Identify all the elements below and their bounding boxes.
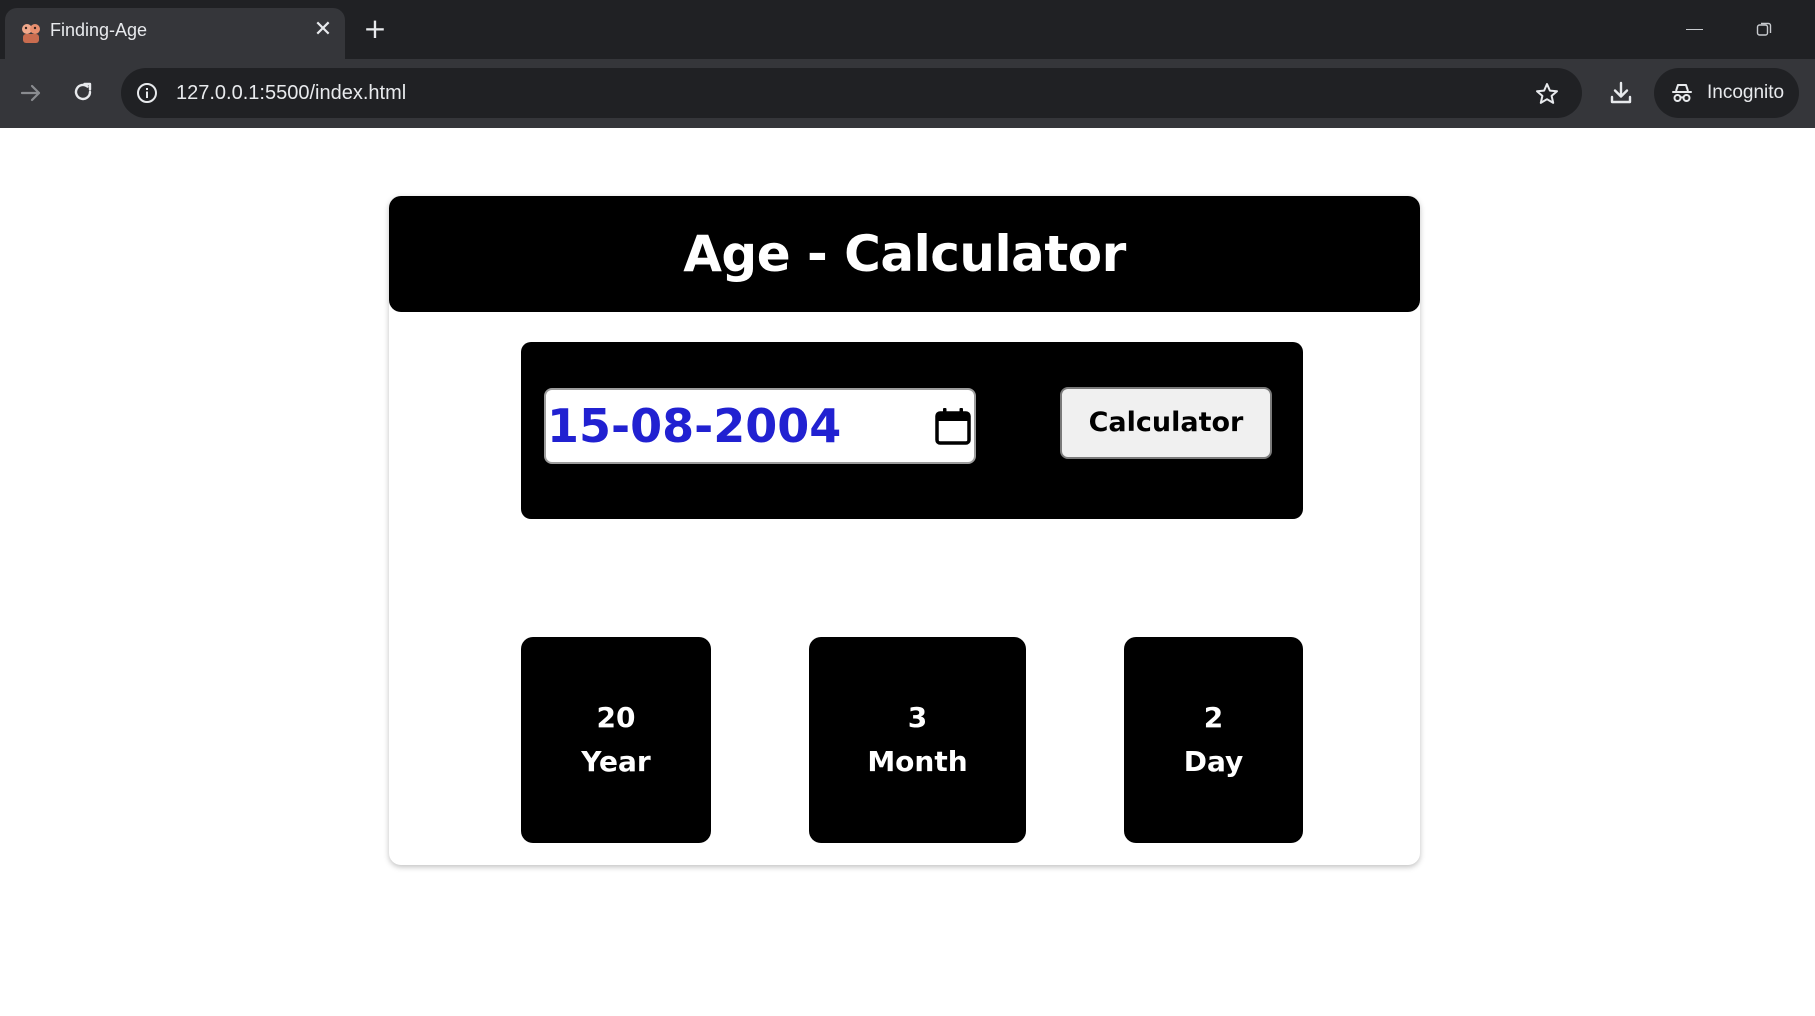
days-value: 2 [1203, 701, 1224, 734]
forward-icon[interactable] [18, 80, 44, 106]
site-info-icon[interactable] [135, 81, 159, 105]
minimize-icon[interactable] [1686, 29, 1703, 30]
tab-title: Finding-Age [50, 20, 148, 40]
address-bar[interactable]: 127.0.0.1:5500/index.html [121, 68, 1582, 118]
years-label: Year [581, 745, 651, 778]
new-tab-icon[interactable]: + [360, 14, 390, 44]
age-calculator-card: Age - Calculator 15-08-2004 Calculator 2… [389, 196, 1420, 865]
months-result-box: 3 Month [809, 637, 1026, 843]
tab-strip: Finding-Age ✕ + [0, 0, 1815, 59]
tab-finding-age[interactable]: Finding-Age ✕ [5, 8, 345, 59]
browser-toolbar: 127.0.0.1:5500/index.html Incognito [0, 59, 1815, 128]
close-tab-icon[interactable]: ✕ [309, 16, 337, 44]
favicon-icon [22, 24, 40, 43]
url-text[interactable]: 127.0.0.1:5500/index.html [176, 68, 406, 118]
browser-chrome: Finding-Age ✕ + 127.0.0.1:5500/index.htm… [0, 0, 1815, 128]
years-result-box: 20 Year [521, 637, 711, 843]
restore-icon[interactable] [1756, 21, 1772, 37]
incognito-label: Incognito [1707, 82, 1785, 103]
months-label: Month [867, 745, 968, 778]
birthdate-value[interactable]: 15-08-2004 [547, 390, 841, 462]
birthdate-input[interactable]: 15-08-2004 [544, 388, 976, 464]
years-value: 20 [596, 701, 636, 734]
reload-icon[interactable] [70, 79, 96, 105]
bookmark-star-icon[interactable] [1534, 81, 1560, 107]
incognito-badge[interactable]: Incognito [1654, 68, 1799, 118]
calendar-icon[interactable] [934, 406, 972, 446]
page-title: Age - Calculator [683, 225, 1126, 283]
input-panel: 15-08-2004 Calculator [521, 342, 1303, 519]
incognito-icon [1672, 84, 1692, 102]
app-header: Age - Calculator [389, 196, 1420, 312]
days-result-box: 2 Day [1124, 637, 1303, 843]
days-label: Day [1183, 745, 1244, 778]
months-value: 3 [907, 701, 928, 734]
download-icon[interactable] [1607, 79, 1635, 107]
calculate-button[interactable]: Calculator [1060, 387, 1272, 459]
